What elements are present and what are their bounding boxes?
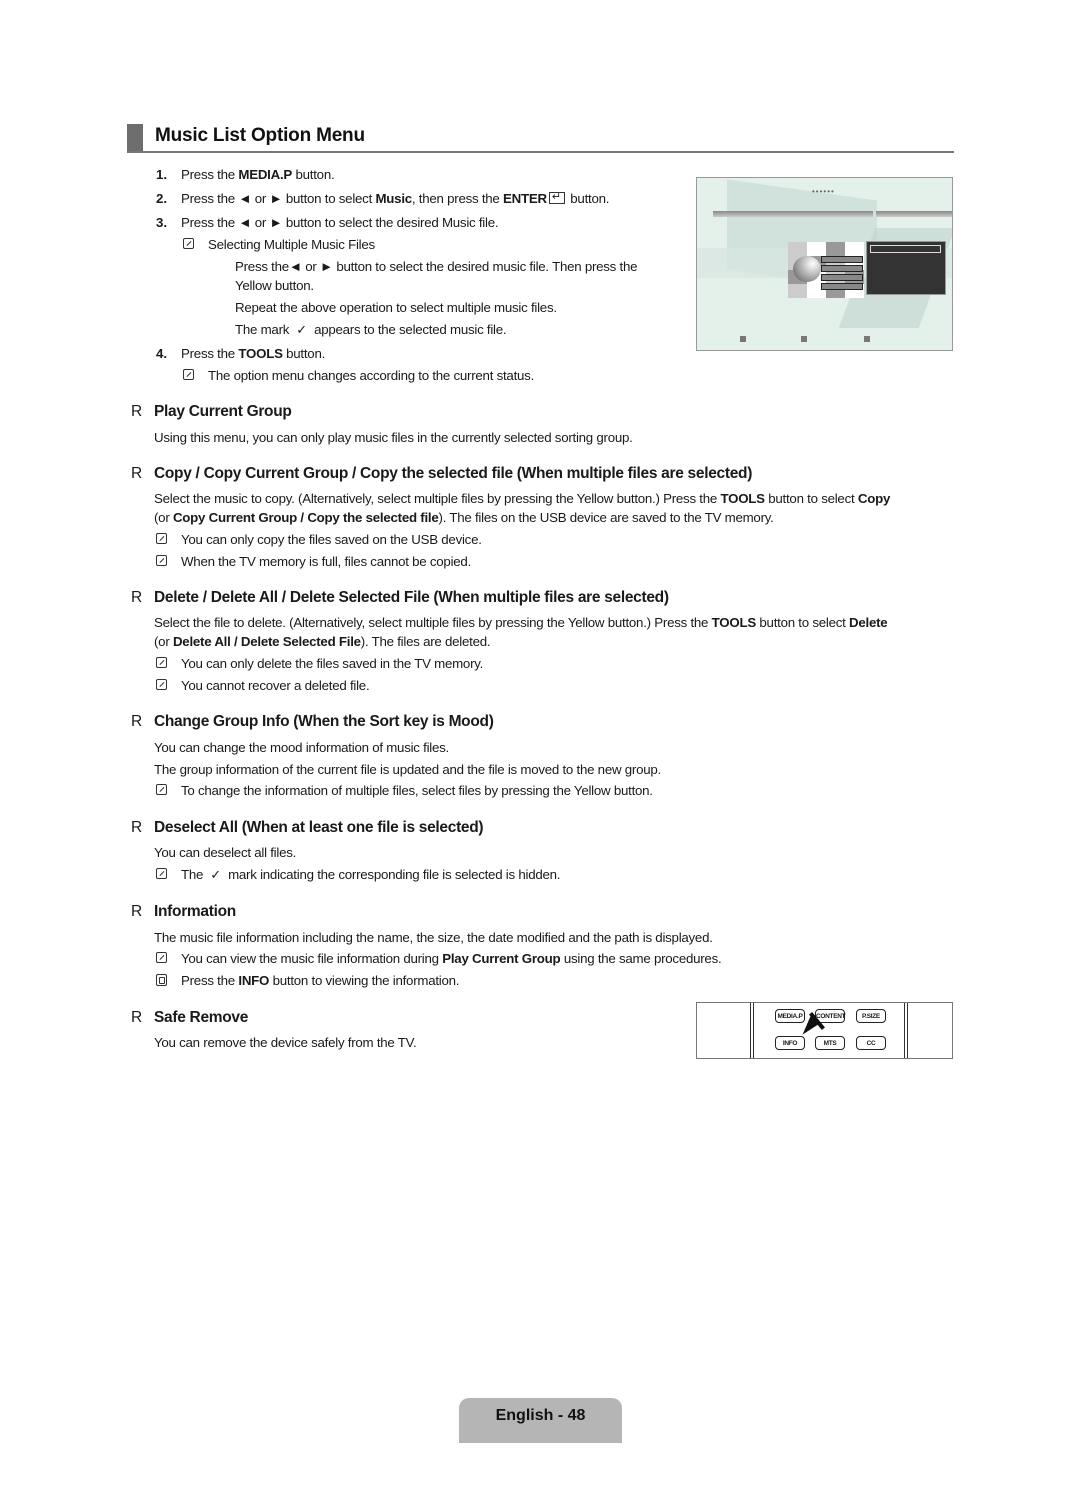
note-text: When the TV memory is full, files cannot… xyxy=(181,554,472,569)
note-icon xyxy=(156,952,167,963)
button-hint-icon xyxy=(740,336,746,342)
screen-title-dots: •••••• xyxy=(812,187,835,196)
bullet-icon: R xyxy=(131,403,143,420)
section-body: Using this menu, you can only play music… xyxy=(154,430,633,445)
note-icon xyxy=(183,369,194,380)
section-body: You can remove the device safely from th… xyxy=(154,1035,417,1050)
section-heading-deselect: Deselect All (When at least one file is … xyxy=(154,819,484,836)
section-heading-safe: Safe Remove xyxy=(154,1009,249,1026)
remote-button-cc: CC xyxy=(856,1036,886,1050)
section-heading-play: Play Current Group xyxy=(154,403,292,420)
tools-menu xyxy=(866,241,946,295)
note-text: To change the information of multiple fi… xyxy=(181,783,653,798)
note-icon xyxy=(183,238,194,249)
screen-header-bar xyxy=(713,211,873,217)
check-mark-icon: ✓ xyxy=(210,867,221,882)
bullet-icon: R xyxy=(131,819,143,836)
section-heading-copy: Copy / Copy Current Group / Copy the sel… xyxy=(154,465,753,482)
divider xyxy=(904,1003,908,1058)
enter-icon xyxy=(548,189,565,205)
section-body: (or Delete All / Delete Selected File). … xyxy=(154,634,491,649)
note-icon xyxy=(156,533,167,544)
music-list xyxy=(821,256,863,290)
step-number: 2. xyxy=(156,191,168,206)
step-number: 1. xyxy=(156,167,168,182)
remote-button-info: INFO xyxy=(775,1036,805,1050)
note-text: You can only delete the files saved in t… xyxy=(181,656,484,671)
tools-menu-selected xyxy=(870,245,941,253)
bullet-icon: R xyxy=(131,713,143,730)
step-4: Press the TOOLS button. xyxy=(181,346,326,361)
section-title-bar: Music List Option Menu xyxy=(127,124,954,153)
section-body: Select the music to copy. (Alternatively… xyxy=(154,491,891,506)
page-footer: English - 48 xyxy=(459,1398,622,1443)
note-text: The ✓ mark indicating the corresponding … xyxy=(181,867,561,882)
note-text: You can view the music file information … xyxy=(181,951,722,966)
bullet-icon: R xyxy=(131,903,143,920)
note-text: You can only copy the files saved on the… xyxy=(181,532,482,547)
note-icon xyxy=(156,657,167,668)
section-body: The group information of the current fil… xyxy=(154,762,661,777)
step-2: Press the ◄ or ► button to select Music,… xyxy=(181,189,609,207)
bullet-icon: R xyxy=(131,465,143,482)
button-hint-icon xyxy=(864,336,870,342)
note-icon xyxy=(156,555,167,566)
note-text: Yellow button. xyxy=(235,278,314,293)
note-text: Repeat the above operation to select mul… xyxy=(235,300,557,315)
step-1: Press the MEDIA.P button. xyxy=(181,167,335,182)
section-body: (or Copy Current Group / Copy the select… xyxy=(154,510,774,525)
step-number: 3. xyxy=(156,215,168,230)
step-number: 4. xyxy=(156,346,168,361)
album-art xyxy=(793,256,821,282)
note-text: The option menu changes according to the… xyxy=(208,368,535,383)
button-hint-icon xyxy=(801,336,807,342)
remote-control-icon xyxy=(156,974,167,986)
bullet-icon: R xyxy=(131,1009,143,1026)
title-marker xyxy=(127,124,143,151)
note-text: Press the◄ or ► button to select the des… xyxy=(235,259,638,274)
page-title: Music List Option Menu xyxy=(155,125,365,146)
section-body: You can deselect all files. xyxy=(154,845,297,860)
section-body: Select the file to delete. (Alternativel… xyxy=(154,615,888,630)
remote-illustration: MEDIA.P CONTENT P.SIZE INFO MTS CC xyxy=(696,1002,953,1059)
section-body: The music file information including the… xyxy=(154,930,713,945)
bullet-icon: R xyxy=(131,589,143,606)
note-icon xyxy=(156,868,167,879)
remote-button-p-size: P.SIZE xyxy=(856,1009,886,1023)
screen-header-bar xyxy=(876,211,952,217)
divider xyxy=(750,1003,754,1058)
note-text: The mark ✓ appears to the selected music… xyxy=(235,322,507,337)
note-icon xyxy=(156,679,167,690)
remote-hint: Press the INFO button to viewing the inf… xyxy=(181,973,460,988)
screen-footer xyxy=(697,334,952,346)
remote-button-mts: MTS xyxy=(815,1036,845,1050)
tv-screenshot: •••••• xyxy=(696,177,953,351)
note-text: You cannot recover a deleted file. xyxy=(181,678,370,693)
check-mark-icon: ✓ xyxy=(296,322,307,337)
note-icon xyxy=(156,784,167,795)
section-body: You can change the mood information of m… xyxy=(154,740,449,755)
section-heading-delete: Delete / Delete All / Delete Selected Fi… xyxy=(154,589,669,606)
note-title: Selecting Multiple Music Files xyxy=(208,237,375,252)
section-heading-group: Change Group Info (When the Sort key is … xyxy=(154,713,494,730)
step-3: Press the ◄ or ► button to select the de… xyxy=(181,215,499,230)
section-heading-info: Information xyxy=(154,903,236,920)
remote-button-media-p: MEDIA.P xyxy=(775,1009,805,1023)
